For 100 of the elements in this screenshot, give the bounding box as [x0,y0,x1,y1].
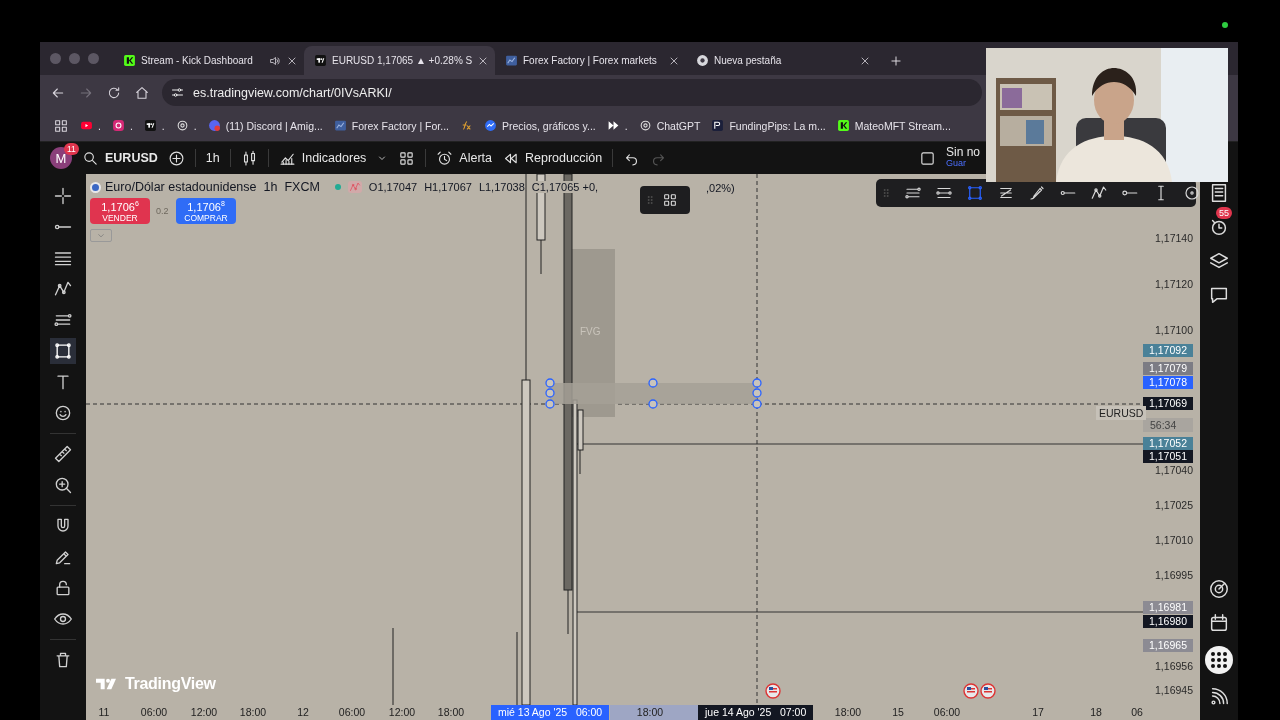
crosshair-icon[interactable] [53,186,73,206]
settings-icon[interactable] [170,85,185,100]
bookmark[interactable]: . [606,119,628,132]
time-label: 17 [1031,705,1045,720]
browser-tab[interactable]: Nueva pestaña [686,46,877,75]
indicators-button[interactable]: Indicadores [278,149,367,167]
ruler-icon[interactable] [53,444,73,464]
bookmark[interactable]: (11) Discord | Amig... [207,119,323,132]
zoom-icon[interactable] [53,475,73,495]
price-tag: 1,17052 [1143,437,1193,450]
symbol-search[interactable]: EURUSD [82,149,158,167]
address-field[interactable]: es.tradingview.com/chart/0IVsARKI/ [162,79,982,106]
countdown-label: 56:34 [1143,418,1193,432]
source-label[interactable]: FXCM [284,180,320,194]
tab-title: Forex Factory | Forex markets [523,55,658,66]
rectangle-drawing[interactable] [545,378,762,409]
smiley-icon[interactable] [53,403,73,423]
rectangle-icon[interactable] [53,341,73,361]
chart-icon [333,119,347,132]
tab-title: Nueva pestaña [714,55,783,66]
spread-value: 0.2 [156,206,170,216]
kick-icon [836,119,850,132]
ohlc-value: L1,17038 [478,181,525,193]
price-label: 1,17040 [1154,464,1193,477]
bookmark[interactable]: ChatGPT [638,119,701,132]
time-label: 18:00 [635,705,665,720]
time-label: 06:00 [932,705,962,720]
browser-tab[interactable]: EURUSD 1,17065 ▲ +0.28% S [304,46,495,75]
add-widget-icon[interactable] [662,192,678,208]
symbol-title[interactable]: Euro/Dólar estadounidense [105,180,257,194]
price-tag: 1,16981 [1143,601,1193,614]
price-label: 1,16995 [1154,569,1193,582]
time-label: 18:00 [833,705,863,720]
apps-icon[interactable] [1205,646,1233,674]
notification-badge: 55 [1216,207,1232,219]
new-tab-icon[interactable] [889,54,903,68]
tab-title: Stream - Kick Dashboard [141,55,254,66]
alert-button[interactable]: Alerta [436,149,492,167]
time-label: 06 [1130,705,1144,720]
time-label: 06:00 [139,705,169,720]
interval-button[interactable]: 1h [205,151,220,165]
flag-icon[interactable] [765,683,781,699]
buy-button[interactable]: 1,1706$^{8}$ COMPRAR [176,198,236,224]
sell-button[interactable]: 1,1706$^{6}$ VENDER [90,198,150,224]
bookmark[interactable]: FundingPips: La m... [711,119,826,132]
play-icon [80,119,93,132]
layout-icon[interactable] [398,149,416,167]
add-icon[interactable] [167,149,185,167]
calendar-icon[interactable] [1208,612,1230,634]
camera-icon [111,119,125,132]
price-tag: 1,16965 [1143,639,1193,652]
bookmark[interactable]: Forex Factory | For... [333,119,449,132]
interval-label[interactable]: 1h [263,180,278,194]
time-label: 18:00 [238,705,268,720]
target-icon[interactable] [1208,578,1230,600]
browser-tab[interactable]: Stream - Kick Dashboard [113,46,304,75]
replay-button[interactable]: Reproducción [502,149,603,167]
discord-icon [207,119,221,132]
time-label: 12 [296,705,310,720]
checkbox-icon[interactable] [918,149,936,167]
price-label: 1,16945 [1154,684,1193,697]
flag-icon[interactable] [963,683,979,699]
chart-icon [505,54,518,67]
play-icon [606,119,620,132]
price-tag: 1,17069 [1143,397,1193,410]
tab-title: EURUSD 1,17065 ▲ +0.28% S [332,55,473,66]
circle-icon[interactable] [1182,184,1200,202]
bookmark[interactable]: . [175,119,197,132]
bookmark[interactable]: . [80,119,101,132]
ohlc-value: C1,17065 +0, [531,181,599,193]
chart-icon [484,119,497,132]
flag-icon[interactable] [980,683,996,699]
bookmark[interactable]: Precios, gráficos y... [484,119,596,132]
price-label: 1,16956 [1154,660,1193,673]
zigzag-icon[interactable] [53,279,73,299]
speaker-icon[interactable] [269,54,281,67]
indicator-dot [1222,22,1228,28]
bookmark[interactable]: . [143,119,165,132]
apps-icon[interactable] [53,117,69,134]
price-label: 1,17010 [1154,534,1193,547]
time-label: 11 [97,705,111,720]
signal-icon[interactable] [1208,686,1230,708]
price-tag: 1,17092 [1143,344,1193,357]
bookmark[interactable] [460,119,473,132]
kick-icon [123,54,136,67]
price-label: 1,17100 [1154,324,1193,337]
time-tag: mié 13 Ago '25 06:00 [491,705,610,720]
bookmark[interactable]: . [111,119,133,132]
home-icon[interactable] [134,84,150,101]
reload-icon[interactable] [106,84,122,101]
browser-tab[interactable]: Forex Factory | Forex markets [495,46,686,75]
price-tag: 1,17078 [1143,376,1193,389]
zigzag-icon[interactable] [1089,184,1109,202]
price-tag: 1,17051 [1143,450,1193,463]
chrome-icon [696,54,709,67]
time-label: 15 [891,705,905,720]
bookmark[interactable]: MateoMFT Stream... [836,119,951,132]
time-label: 06:00 [337,705,367,720]
ohlc-value: H1,17067 [424,181,472,193]
layout-name[interactable]: Sin no [945,147,980,158]
